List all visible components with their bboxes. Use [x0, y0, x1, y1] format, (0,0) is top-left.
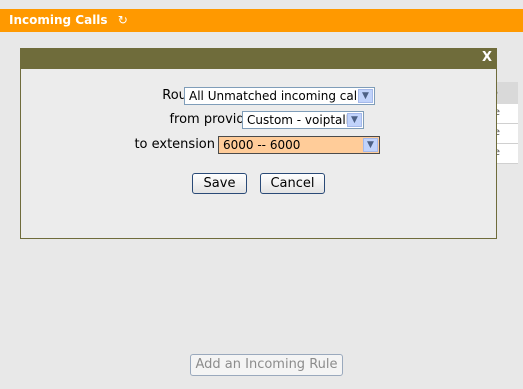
- extension-select[interactable]: 6000 -- 6000 ▼: [218, 136, 380, 154]
- close-icon[interactable]: X: [482, 50, 492, 65]
- chevron-down-icon[interactable]: ▼: [358, 89, 373, 103]
- route-row: Route All Unmatched incoming calls ▼: [21, 86, 496, 106]
- extension-row: to extension 6000 -- 6000 ▼: [21, 135, 496, 155]
- chevron-down-icon[interactable]: ▼: [363, 138, 378, 152]
- refresh-icon[interactable]: ↻: [118, 9, 128, 32]
- add-incoming-rule-button[interactable]: Add an Incoming Rule: [190, 354, 343, 376]
- route-select-value: All Unmatched incoming calls: [189, 89, 367, 103]
- extension-select-value: 6000 -- 6000: [223, 138, 301, 152]
- provider-select[interactable]: Custom - voiptalk ▼: [242, 111, 364, 129]
- top-strip: [0, 0, 523, 9]
- incoming-rule-dialog: X Route All Unmatched incoming calls ▼ f…: [20, 48, 497, 239]
- page-title: Incoming Calls: [9, 13, 108, 27]
- route-select[interactable]: All Unmatched incoming calls ▼: [184, 87, 375, 105]
- page-header: Incoming Calls ↻: [0, 9, 523, 32]
- extension-label: to extension: [134, 137, 215, 152]
- chevron-down-icon[interactable]: ▼: [347, 113, 362, 127]
- save-button[interactable]: Save: [192, 173, 247, 194]
- cancel-button[interactable]: Cancel: [260, 173, 325, 194]
- provider-select-value: Custom - voiptalk: [247, 113, 353, 127]
- provider-row: from provider Custom - voiptalk ▼: [21, 110, 496, 130]
- dialog-title-bar: X: [21, 49, 496, 69]
